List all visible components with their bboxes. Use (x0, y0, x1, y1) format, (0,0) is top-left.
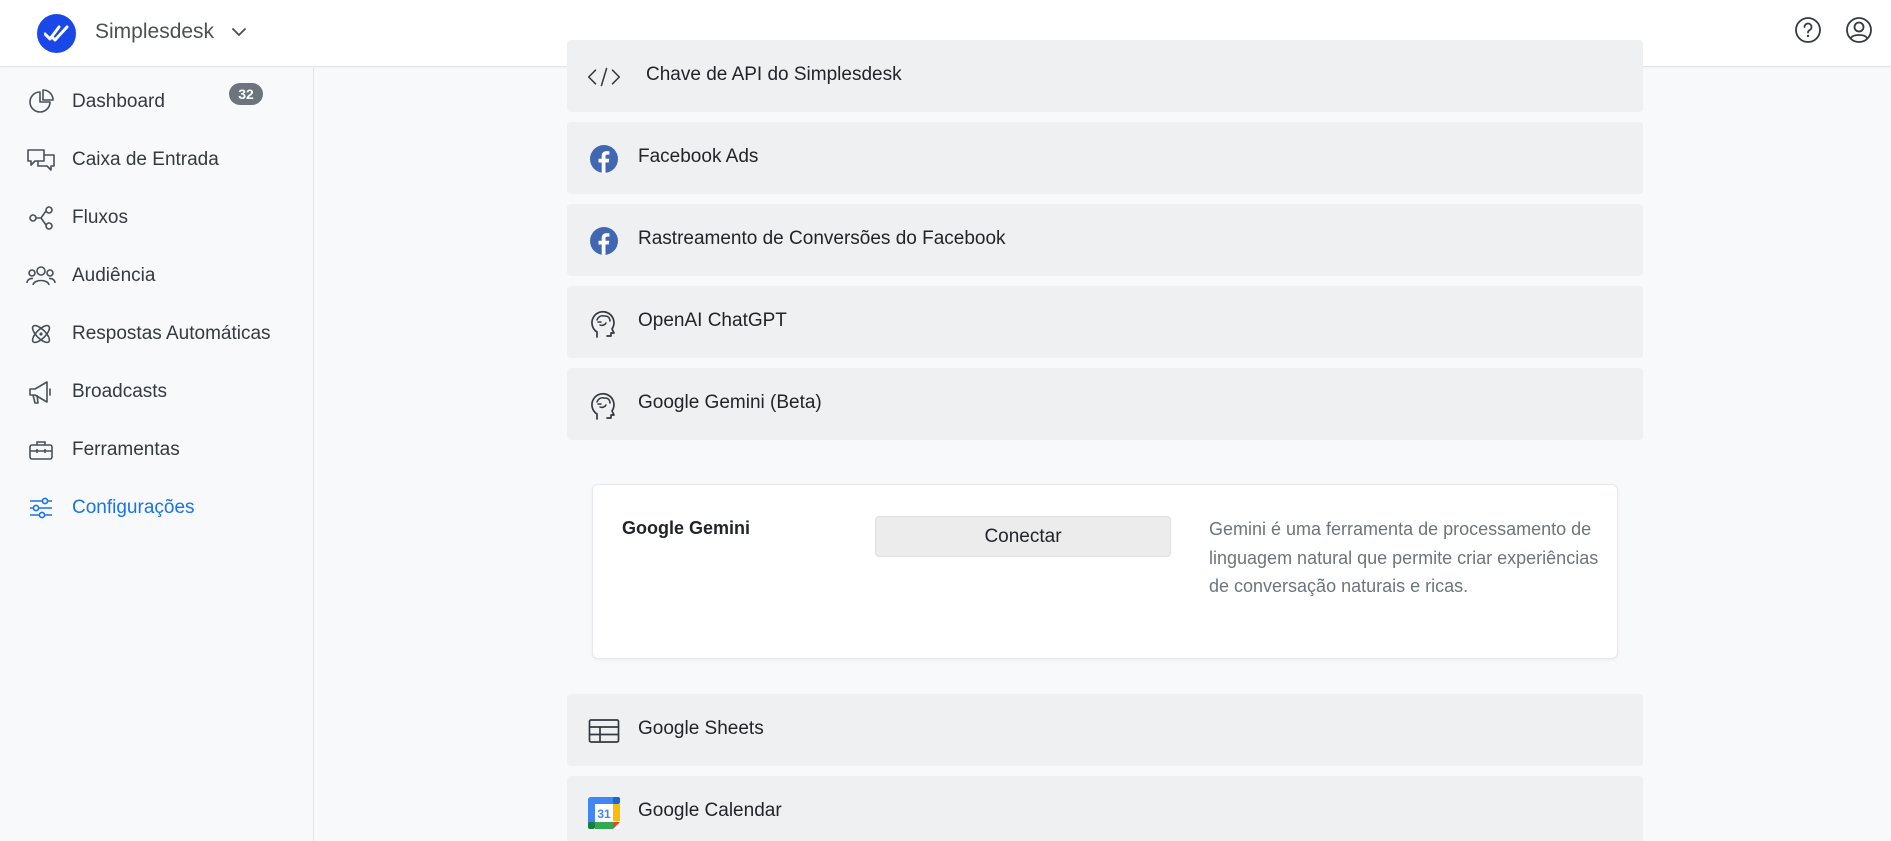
integration-row-facebook-conversions[interactable]: Rastreamento de Conversões do Facebook (567, 204, 1643, 276)
calendar-day-number: 31 (597, 807, 611, 821)
sidebar: Dashboard Caixa de Entrada Fluxos Audiên… (0, 68, 314, 841)
sidebar-item-label: Configurações (72, 497, 195, 518)
sidebar-item-label: Ferramentas (72, 439, 180, 460)
sidebar-item-tools[interactable]: Ferramentas (0, 425, 313, 475)
card-description: Gemini é uma ferramenta de processamento… (1209, 519, 1599, 596)
integration-label: Google Calendar (638, 800, 782, 821)
sidebar-item-label: Broadcasts (72, 381, 168, 402)
ai-head-icon (587, 306, 621, 340)
pie-chart-icon (26, 87, 56, 117)
sidebar-item-label: Respostas Automáticas (72, 323, 271, 344)
atom-icon (26, 319, 56, 349)
account-icon[interactable] (1844, 15, 1874, 45)
ai-head-icon (587, 388, 621, 422)
sliders-icon (26, 493, 56, 523)
share-nodes-icon (26, 203, 56, 233)
integration-label: Chave de API do Simplesdesk (646, 64, 902, 85)
integration-label: Rastreamento de Conversões do Facebook (638, 228, 1006, 249)
inbox-count-badge: 32 (229, 83, 263, 105)
facebook-icon (587, 142, 621, 176)
sidebar-item-label: Caixa de Entrada (72, 149, 219, 170)
sidebar-item-label: Audiência (72, 265, 156, 286)
megaphone-icon (26, 377, 56, 407)
chevron-down-icon (232, 27, 246, 37)
integration-label: OpenAI ChatGPT (638, 310, 787, 331)
double-check-logo-icon (43, 25, 68, 41)
integration-row-api-key[interactable]: Chave de API do Simplesdesk (567, 40, 1643, 112)
workspace-selector[interactable]: Simplesdesk (95, 20, 246, 44)
sidebar-item-audience[interactable]: Audiência (0, 251, 313, 301)
sidebar-item-auto-replies[interactable]: Respostas Automáticas (0, 309, 313, 359)
integration-label: Facebook Ads (638, 146, 759, 167)
toolbox-icon (26, 435, 56, 465)
facebook-icon (587, 224, 621, 258)
integration-row-google-calendar[interactable]: 31 Google Calendar (567, 776, 1643, 841)
google-calendar-icon: 31 (587, 796, 621, 830)
sidebar-item-inbox[interactable]: Caixa de Entrada (0, 135, 313, 185)
workspace-name: Simplesdesk (95, 20, 215, 43)
help-icon[interactable] (1793, 15, 1823, 45)
sidebar-item-label: Fluxos (72, 207, 128, 228)
integration-label: Google Sheets (638, 718, 764, 739)
sidebar-item-broadcasts[interactable]: Broadcasts (0, 367, 313, 417)
card-title: Google Gemini (622, 518, 751, 538)
code-icon (587, 60, 621, 94)
integration-label: Google Gemini (Beta) (638, 392, 822, 413)
integration-row-google-sheets[interactable]: Google Sheets (567, 694, 1643, 766)
logo[interactable] (37, 14, 76, 53)
integration-row-openai[interactable]: OpenAI ChatGPT (567, 286, 1643, 358)
integration-row-facebook-ads[interactable]: Facebook Ads (567, 122, 1643, 194)
users-icon (26, 261, 56, 291)
connect-button[interactable]: Conectar (875, 516, 1171, 557)
sidebar-item-flows[interactable]: Fluxos (0, 193, 313, 243)
sidebar-item-settings[interactable]: Configurações (0, 483, 313, 533)
sidebar-item-dashboard[interactable]: Dashboard (0, 77, 313, 127)
chat-bubbles-icon (26, 145, 56, 175)
table-icon (587, 714, 621, 748)
gemini-settings-card: Google Gemini Conectar Gemini é uma ferr… (592, 484, 1618, 659)
sidebar-item-label: Dashboard (72, 91, 165, 112)
integration-row-gemini[interactable]: Google Gemini (Beta) (567, 368, 1643, 440)
